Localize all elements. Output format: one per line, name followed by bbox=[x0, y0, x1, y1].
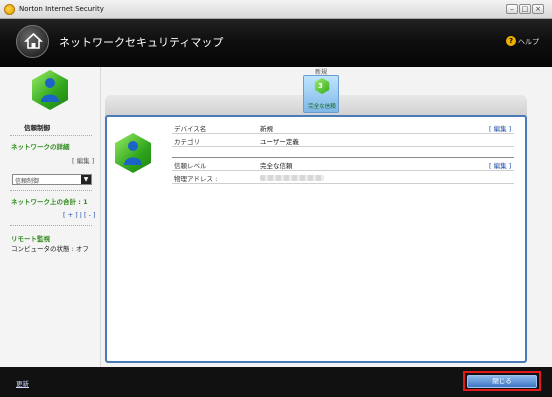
chevron-down-icon: ▼ bbox=[81, 175, 91, 184]
minimize-button[interactable]: – bbox=[506, 4, 518, 14]
edit-trust-level-link[interactable]: [ 編集 ] bbox=[489, 160, 511, 170]
device-large-icon bbox=[113, 133, 153, 173]
trust-level-label: 信頼レベル bbox=[174, 162, 207, 170]
section-divider bbox=[172, 157, 514, 158]
category-value: ユーザー定義 bbox=[260, 138, 299, 146]
row-divider bbox=[172, 146, 514, 147]
row-divider bbox=[172, 183, 514, 184]
edit-network-link[interactable]: [ 編集 ] bbox=[72, 155, 94, 165]
row-divider bbox=[172, 133, 514, 134]
window-title: Norton Internet Security bbox=[19, 5, 104, 13]
trust-level-select[interactable]: 信頼制御 ▼ bbox=[12, 174, 92, 185]
help-link[interactable]: ヘルプ bbox=[518, 37, 539, 47]
page-title: ネットワークセキュリティマップ bbox=[59, 36, 224, 49]
support-link[interactable]: 更新 bbox=[16, 378, 29, 388]
sidebar-divider bbox=[100, 67, 101, 367]
maximize-button[interactable]: □ bbox=[519, 4, 531, 14]
network-count-label: ネットワーク上の合計 : 1 bbox=[11, 198, 88, 206]
title-bar: Norton Internet Security – □ × bbox=[0, 0, 552, 19]
help-icon[interactable]: ? bbox=[506, 36, 516, 46]
edit-device-name-link[interactable]: [ 編集 ] bbox=[489, 123, 511, 133]
device-name-value: 新規 bbox=[260, 125, 273, 133]
header-bar: ネットワークセキュリティマップ ? ヘルプ bbox=[0, 19, 552, 67]
device-name-label: デバイス名 bbox=[174, 125, 207, 133]
device-details-panel bbox=[105, 115, 527, 363]
close-window-button[interactable]: × bbox=[532, 4, 544, 14]
close-button[interactable]: 閉じる bbox=[467, 375, 537, 388]
mac-address-label: 物理アドレス : bbox=[174, 175, 218, 183]
pager-links[interactable]: [ + ] | [ - ] bbox=[63, 211, 96, 219]
device-node-subtitle: 完全な信頼 bbox=[308, 104, 336, 110]
divider bbox=[10, 135, 92, 136]
network-device-node[interactable]: 新規 3 完全な信頼 bbox=[296, 67, 346, 113]
home-button[interactable] bbox=[16, 25, 49, 58]
select-value: 信頼制御 bbox=[15, 178, 40, 185]
row-divider bbox=[172, 170, 514, 171]
network-details-heading: ネットワークの詳細 bbox=[11, 143, 70, 151]
home-icon bbox=[24, 32, 43, 49]
remote-status: コンピュータの状態 : オフ bbox=[11, 245, 89, 253]
footer-bar: 更新 閉じる bbox=[0, 367, 552, 397]
device-label: 信頼制御 bbox=[24, 124, 50, 132]
norton-logo-icon bbox=[4, 4, 15, 15]
divider bbox=[10, 225, 92, 226]
divider bbox=[10, 190, 92, 191]
sidebar: 信頼制御 ネットワークの詳細 [ 編集 ] 信頼制御 ▼ ネットワーク上の合計 … bbox=[0, 67, 101, 367]
device-node-box: 3 完全な信頼 bbox=[303, 75, 339, 113]
content-area: 信頼制御 ネットワークの詳細 [ 編集 ] 信頼制御 ▼ ネットワーク上の合計 … bbox=[0, 67, 552, 367]
trust-level-value: 完全な信頼 bbox=[260, 162, 293, 170]
device-avatar-icon bbox=[30, 70, 70, 110]
category-label: カテゴリ bbox=[174, 138, 200, 146]
device-node-badge: 3 bbox=[318, 82, 323, 90]
remote-monitor-heading: リモート監視 bbox=[11, 235, 50, 243]
mac-address-value-redacted bbox=[260, 175, 324, 181]
